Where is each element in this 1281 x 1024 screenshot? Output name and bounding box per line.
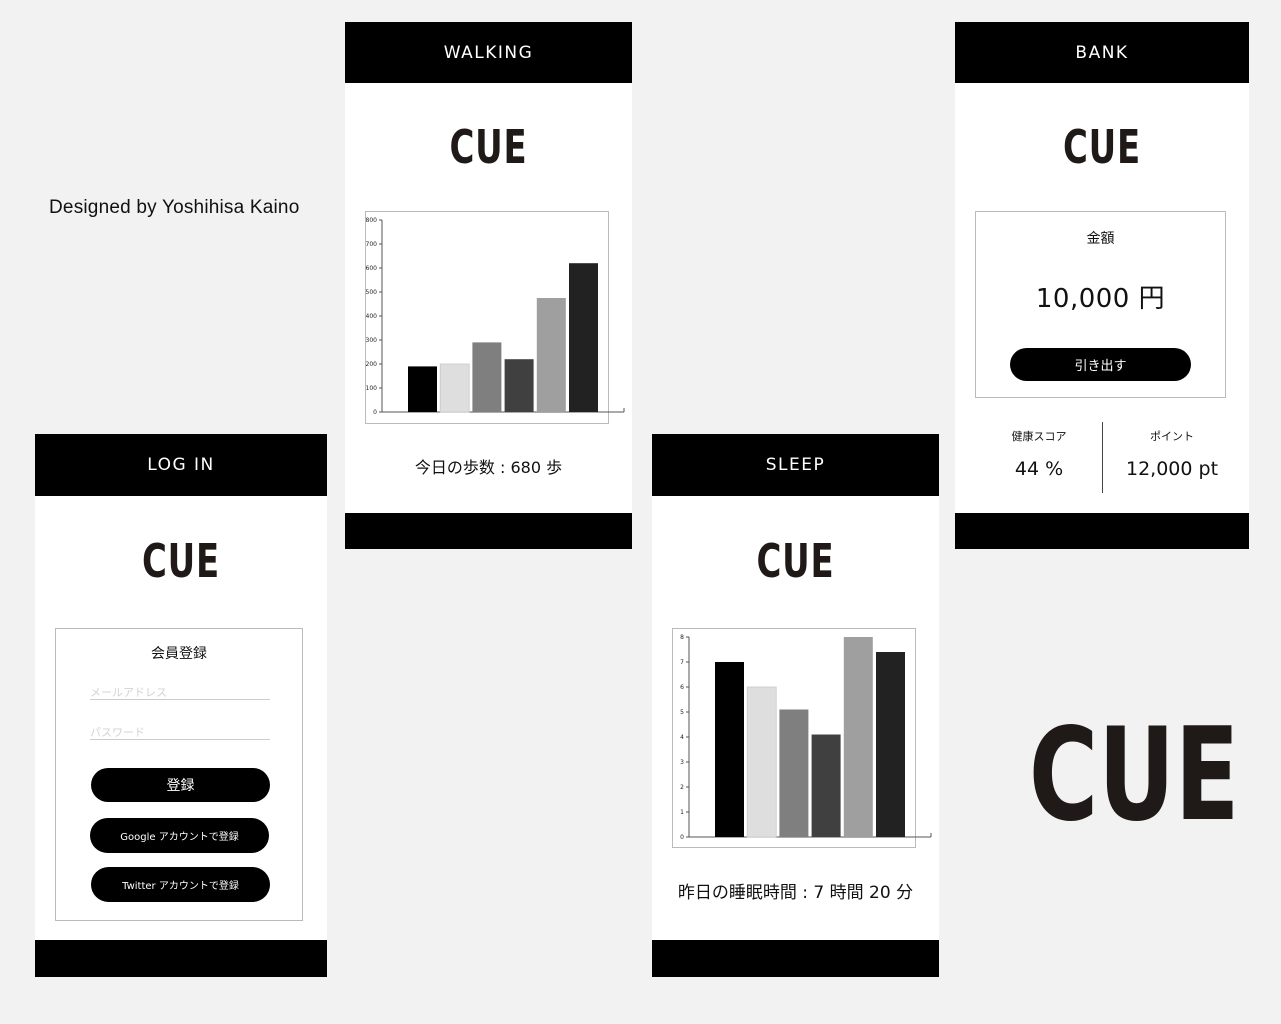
bar-5 <box>536 298 566 412</box>
health-score-label: 健康スコア <box>1011 430 1067 443</box>
y-tick-label: 600 <box>366 265 377 272</box>
y-tick-label: 3 <box>680 759 684 766</box>
sleep-header: SLEEP <box>652 434 939 496</box>
balance-card: 金額 10,000 円 引き出す <box>975 211 1226 398</box>
designer-credit: Designed by Yoshihisa Kaino <box>49 197 300 218</box>
bar-3 <box>779 709 809 837</box>
y-tick-label: 7 <box>680 659 684 666</box>
login-logo: CUE <box>141 534 221 588</box>
bank-header: BANK <box>955 22 1249 83</box>
bar-3 <box>472 342 502 412</box>
y-tick-label: 700 <box>366 241 377 248</box>
y-tick-label: 100 <box>366 385 377 392</box>
y-tick-label: 0 <box>680 834 684 841</box>
login-footer-bar <box>35 940 327 977</box>
y-tick-label: 300 <box>366 337 377 344</box>
walking-chart-svg: 0 100 200 300 400 500 600 700 800 <box>366 217 625 416</box>
login-screen: LOG IN CUE 会員登録 登録 Google アカウントで登録 Twitt… <box>35 434 327 977</box>
login-header: LOG IN <box>35 434 327 496</box>
bar-5 <box>843 637 873 837</box>
signup-form: 会員登録 登録 Google アカウントで登録 Twitter アカウントで登録 <box>55 628 303 921</box>
email-field[interactable] <box>90 685 270 700</box>
withdraw-button[interactable]: 引き出す <box>1010 348 1191 381</box>
y-tick-label: 400 <box>366 313 377 320</box>
points-label: ポイント <box>1150 430 1194 443</box>
cue-brand-logo: CUE <box>1028 701 1240 850</box>
sleep-footer-bar <box>652 940 939 977</box>
y-tick-label: 4 <box>680 734 684 741</box>
sleep-logo: CUE <box>756 534 835 588</box>
walking-logo: CUE <box>449 120 528 174</box>
sleep-caption: 昨日の睡眠時間 : 7 時間 20 分 <box>677 883 914 903</box>
bar-2 <box>439 363 470 413</box>
bar-1 <box>715 662 744 837</box>
y-tick-label: 800 <box>366 217 377 224</box>
register-button[interactable]: 登録 <box>91 768 270 802</box>
y-tick-label: 500 <box>366 289 377 296</box>
amount-value: 10,000 円 <box>1035 284 1166 314</box>
bar-1 <box>408 366 437 412</box>
walking-chart: 0 100 200 300 400 500 600 700 800 <box>365 211 625 424</box>
y-tick-label: 1 <box>680 809 684 816</box>
stats-divider <box>1102 422 1103 493</box>
bar-4 <box>811 734 841 837</box>
bank-logo: CUE <box>1062 120 1142 174</box>
y-tick-label: 0 <box>373 409 377 416</box>
health-score-value: 44 % <box>1014 458 1064 480</box>
walking-screen: WALKING CUE 0 100 200 300 400 500 600 700 800 今日… <box>345 22 632 549</box>
y-tick-label: 5 <box>680 709 684 716</box>
twitter-register-button[interactable]: Twitter アカウントで登録 <box>91 867 270 902</box>
amount-label: 金額 <box>1086 231 1115 247</box>
y-tick-label: 8 <box>680 634 684 641</box>
y-tick-label: 200 <box>366 361 377 368</box>
bar-6 <box>569 263 598 412</box>
signup-form-title: 会員登録 <box>151 646 207 662</box>
y-tick-label: 2 <box>680 784 684 791</box>
bar-2 <box>746 686 777 838</box>
y-tick-label: 6 <box>680 684 684 691</box>
bank-screen: BANK CUE 金額 10,000 円 引き出す 健康スコア 44 % ポイン… <box>955 22 1249 549</box>
bar-4 <box>504 359 534 412</box>
sleep-chart-svg: 0 1 2 3 4 5 6 7 8 <box>680 634 932 841</box>
google-register-button[interactable]: Google アカウントで登録 <box>90 818 269 853</box>
walking-header: WALKING <box>345 22 632 83</box>
sleep-screen: SLEEP CUE 0 1 2 3 4 5 6 7 8 昨日の睡眠時間 : 7 時間 20 分 <box>652 434 939 977</box>
walking-caption: 今日の歩数 : 680 歩 <box>414 458 563 477</box>
bank-footer-bar <box>955 513 1249 549</box>
points-value: 12,000 pt <box>1125 458 1219 480</box>
walking-footer-bar <box>345 513 632 549</box>
bar-6 <box>876 652 905 837</box>
password-field[interactable] <box>90 725 270 740</box>
sleep-chart: 0 1 2 3 4 5 6 7 8 <box>672 628 932 848</box>
